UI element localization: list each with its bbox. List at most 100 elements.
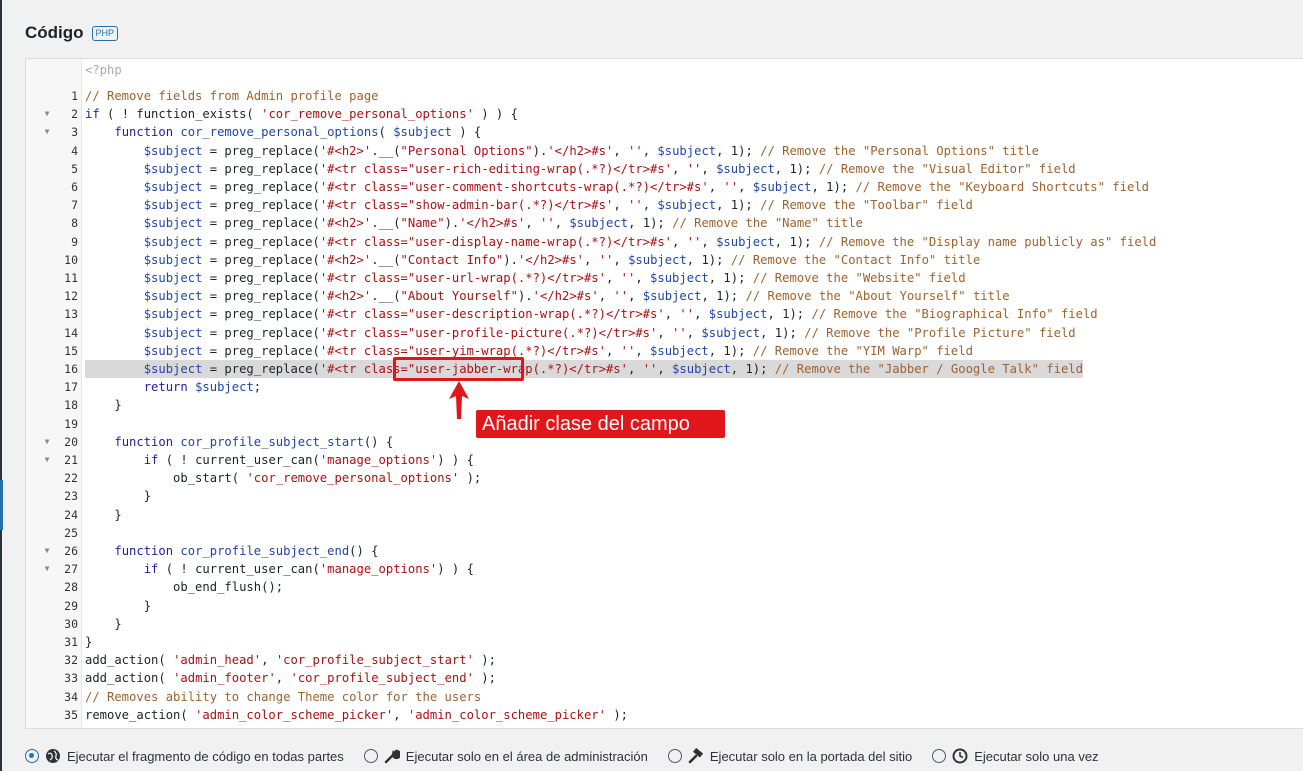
fold-toggle-icon[interactable]: ▼ — [42, 123, 52, 141]
line-number: 32 — [64, 653, 78, 668]
code-line: 34 // Removes ability to change Theme col… — [26, 688, 1303, 706]
line-number: 27 — [64, 562, 78, 577]
line-number: 6 — [71, 180, 78, 194]
code-line: 9 $subject = preg_replace('#<tr class="u… — [26, 233, 1303, 251]
radio-button[interactable] — [25, 749, 39, 763]
code-line: 15 $subject = preg_replace('#<tr class="… — [26, 342, 1303, 360]
code-text: } — [85, 489, 152, 504]
line-number: 5 — [71, 161, 78, 176]
code-line: 1 // Remove fields from Admin profile pag… — [26, 87, 1303, 105]
code-line: 30 } — [26, 615, 1303, 633]
line-number: 30 — [64, 616, 78, 631]
run-option-frontend[interactable]: Ejecutar solo en la portada del sitio — [667, 748, 913, 764]
radio-button[interactable] — [932, 749, 947, 763]
code-line: 12 $subject = preg_replace('#<h2>'.__("A… — [26, 287, 1303, 305]
code-line: 6 $subject = preg_replace('#<tr class="u… — [26, 178, 1303, 196]
code-line: <?php — [26, 61, 1303, 79]
admin-sidebar-active-marker — [0, 480, 3, 530]
globe-icon — [45, 748, 61, 764]
code-line: 25 — [26, 524, 1303, 542]
language-badge: PHP — [91, 25, 119, 41]
line-number: 26 — [64, 544, 78, 558]
code-editor[interactable]: <?php 1 // Remove fields from Admin profil… — [25, 58, 1303, 729]
code-line: 10 $subject = preg_replace('#<h2>'.__("C… — [26, 251, 1303, 269]
code-text: $subject = preg_replace('#<tr class="use… — [143, 180, 1149, 194]
code-text: $subject = preg_replace('#<tr class="sho… — [143, 198, 973, 213]
section-title: Código — [25, 23, 84, 42]
code-text: <?php — [85, 62, 122, 77]
line-number: 22 — [64, 471, 78, 486]
radio-button[interactable] — [363, 749, 378, 763]
run-option-label: Ejecutar solo en la portada del sitio — [709, 748, 913, 764]
clock-icon — [952, 748, 968, 764]
fold-toggle-icon[interactable]: ▼ — [42, 105, 52, 123]
code-text: $subject = preg_replace('#<tr class="use… — [143, 271, 966, 285]
run-options: Ejecutar el fragmento de código en todas… — [25, 744, 1119, 768]
line-number: 11 — [64, 271, 78, 285]
highlight-box — [393, 357, 524, 381]
code-text: add_action( 'admin_head', 'cor_profile_s… — [85, 653, 496, 668]
line-number: 8 — [71, 216, 78, 231]
admin-sidebar-edge — [0, 0, 2, 771]
code-line: ▼ 3 function cor_remove_personal_options(… — [26, 123, 1303, 141]
line-number: 7 — [71, 198, 78, 213]
run-option-admin[interactable]: Ejecutar solo en el área de administraci… — [363, 748, 648, 764]
code-text: $subject = preg_replace('#<tr class="use… — [85, 360, 1083, 379]
code-text: $subject = preg_replace('#<h2>'.__("Name… — [143, 216, 863, 231]
line-number: 9 — [71, 234, 78, 249]
run-option-label: Ejecutar solo una vez — [974, 748, 1099, 764]
line-number: 34 — [64, 689, 78, 704]
code-text: $subject = preg_replace('#<h2>'.__("Pers… — [143, 143, 1039, 158]
code-text: // Removes ability to change Theme color… — [85, 689, 482, 704]
line-number: 10 — [64, 252, 78, 267]
code-text: $subject = preg_replace('#<tr class="use… — [143, 161, 1076, 176]
fold-toggle-icon[interactable]: ▼ — [42, 560, 52, 578]
annotation-callout: Añadir clase del campo — [476, 410, 725, 438]
fold-toggle-icon[interactable]: ▼ — [42, 433, 52, 451]
code-text: } — [85, 507, 122, 522]
code-line: 31} — [26, 633, 1303, 651]
code-text: } — [85, 635, 93, 649]
code-line: 11 $subject = preg_replace('#<tr class="… — [26, 269, 1303, 287]
code-line: 4 $subject = preg_replace('#<h2>'.__("Pe… — [26, 142, 1303, 160]
run-option-once[interactable]: Ejecutar solo una vez — [932, 748, 1099, 764]
line-number: 28 — [64, 580, 78, 595]
line-number: 25 — [64, 525, 78, 540]
code-text: remove_action( 'admin_color_scheme_picke… — [85, 707, 629, 722]
run-option-label: Ejecutar el fragmento de código en todas… — [67, 748, 344, 764]
run-option-everywhere[interactable]: Ejecutar el fragmento de código en todas… — [25, 748, 344, 764]
code-text: function cor_remove_personal_options( $s… — [114, 125, 482, 140]
code-text: if ( ! current_user_can('manage_options'… — [143, 562, 474, 577]
code-line: 35 remove_action( 'admin_color_scheme_pic… — [26, 706, 1303, 724]
code-line: 32 add_action( 'admin_head', 'cor_profile… — [26, 651, 1303, 669]
code-line: 23 } — [26, 487, 1303, 505]
line-number: 3 — [71, 125, 78, 140]
code-line: 28 ob_end_flush(); — [26, 578, 1303, 596]
wrench-icon — [384, 748, 400, 764]
radio-button[interactable] — [667, 749, 682, 763]
code-text: $subject = preg_replace('#<h2>'.__("Abou… — [143, 289, 1010, 304]
code-line: ▼ 27 if ( ! current_user_can('manage_opti… — [26, 560, 1303, 578]
code-line: 16 $subject = preg_replace('#<tr class="… — [26, 360, 1303, 379]
code-text: if ( ! current_user_can('manage_options'… — [143, 453, 474, 467]
line-number: 20 — [64, 434, 78, 449]
line-number: 4 — [71, 143, 78, 158]
fold-toggle-icon[interactable]: ▼ — [42, 542, 52, 560]
line-number: 19 — [64, 416, 78, 431]
line-number: 14 — [64, 325, 78, 340]
code-line: 13 $subject = preg_replace('#<tr class="… — [26, 305, 1303, 323]
code-line: 29 } — [26, 597, 1303, 615]
code-text: function cor_profile_subject_start() { — [114, 434, 394, 449]
code-line: ▼ 21 if ( ! current_user_can('manage_opti… — [26, 451, 1303, 469]
fold-toggle-icon[interactable]: ▼ — [42, 451, 52, 469]
code-line: ▼ 26 function cor_profile_subject_end() { — [26, 542, 1303, 560]
code-line: 14 $subject = preg_replace('#<tr class="… — [26, 324, 1303, 342]
line-number: 33 — [64, 671, 78, 686]
code-text: return $subject; — [143, 380, 262, 395]
line-number: 23 — [64, 489, 78, 504]
code-line: 8 $subject = preg_replace('#<h2>'.__("Na… — [26, 214, 1303, 232]
code-line: 17 return $subject; — [26, 378, 1303, 396]
code-text: $subject = preg_replace('#<tr class="use… — [143, 325, 1076, 340]
code-text: $subject = preg_replace('#<h2>'.__("Cont… — [143, 252, 981, 267]
line-number: 15 — [64, 343, 78, 358]
